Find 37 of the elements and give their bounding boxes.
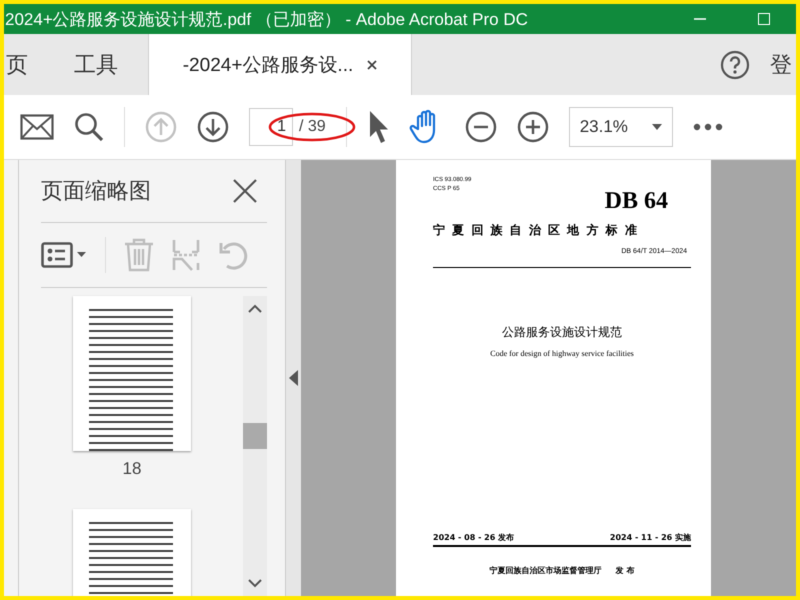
issue-word: 发 布 bbox=[616, 565, 634, 576]
more-icon[interactable] bbox=[692, 123, 723, 131]
close-icon[interactable] bbox=[233, 179, 257, 203]
scroll-down-icon[interactable] bbox=[248, 579, 262, 588]
next-page-icon[interactable] bbox=[197, 111, 229, 143]
page-number-field[interactable]: 1 bbox=[249, 108, 293, 146]
help-icon[interactable] bbox=[720, 50, 750, 80]
maximize-icon[interactable] bbox=[758, 13, 770, 25]
caret-icon bbox=[652, 124, 662, 130]
zoom-out-icon[interactable] bbox=[464, 111, 497, 143]
mail-icon[interactable] bbox=[20, 114, 54, 140]
options-icon[interactable] bbox=[41, 242, 87, 268]
standard-logo: DB 64 bbox=[604, 188, 668, 214]
panel-title: 页面缩略图 bbox=[41, 178, 151, 206]
standard-type: 宁 夏 回 族 自 治 区 地 方 标 准 bbox=[433, 222, 638, 239]
document-tab-label: -2024+公路服务设... bbox=[182, 54, 354, 78]
zoom-dropdown[interactable]: 23.1% bbox=[568, 107, 673, 147]
close-icon[interactable] bbox=[367, 60, 378, 70]
scrollbar-thumb[interactable] bbox=[243, 423, 267, 449]
document-title: 公路服务设施设计规范 bbox=[502, 324, 622, 341]
document-tab[interactable]: -2024+公路服务设... bbox=[148, 34, 412, 95]
nav-tab[interactable]: 工具 bbox=[44, 34, 148, 95]
collapse-icon[interactable] bbox=[289, 370, 298, 386]
nav-tab[interactable]: 页 bbox=[6, 34, 44, 95]
scrollbar[interactable] bbox=[243, 296, 267, 596]
page-count: / 39 bbox=[299, 118, 326, 136]
search-icon[interactable] bbox=[74, 112, 104, 142]
sign-in-label[interactable]: 登 bbox=[770, 50, 792, 80]
zoom-in-icon[interactable] bbox=[516, 111, 549, 143]
page-number: 18 bbox=[122, 459, 142, 479]
effective-date: 2024 - 11 - 26 实施 bbox=[610, 532, 691, 543]
page-thumbnail[interactable] bbox=[73, 296, 191, 451]
window-title: 2024+公路服务设施设计规范.pdf （已加密） - Adobe Acrobat Pro DC bbox=[4, 8, 529, 30]
document-subtitle: Code for design of highway service facilities bbox=[490, 349, 634, 358]
issue-date: 2024 - 08 - 26 发布 bbox=[433, 532, 514, 543]
issuer: 宁夏回族自治区市场监督管理厅 bbox=[490, 565, 602, 576]
scroll-up-icon[interactable] bbox=[248, 304, 262, 313]
